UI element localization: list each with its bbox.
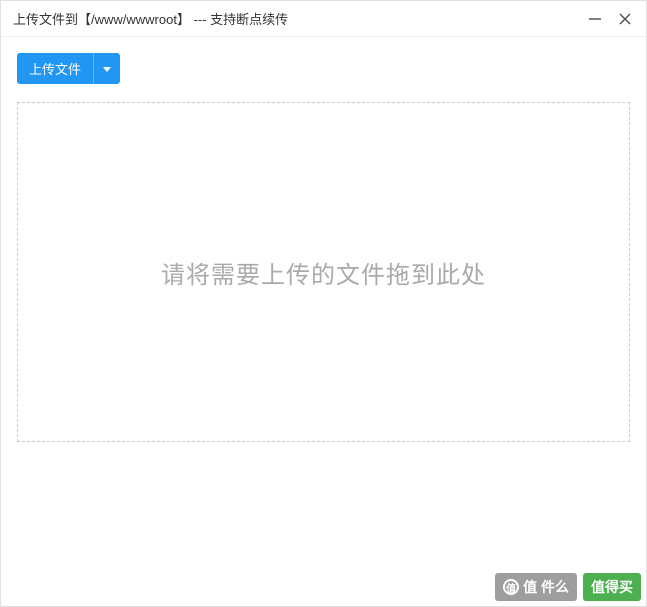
upload-file-button[interactable]: 上传文件 — [17, 53, 93, 84]
file-dropzone[interactable]: 请将需要上传的文件拖到此处 — [17, 102, 630, 442]
close-icon — [618, 12, 632, 26]
chevron-down-icon — [102, 64, 112, 74]
watermark-badge-1: 值 值 件么 — [495, 573, 577, 601]
upload-button-group: 上传文件 — [17, 53, 630, 84]
window-title: 上传文件到【/www/wwwroot】 --- 支持断点续传 — [13, 9, 288, 28]
window-controls — [586, 10, 634, 28]
upload-dialog: 上传文件到【/www/wwwroot】 --- 支持断点续传 上传文件 请将需要… — [0, 0, 647, 607]
dialog-body: 上传文件 请将需要上传的文件拖到此处 — [1, 37, 646, 606]
minimize-icon — [588, 12, 602, 26]
minimize-button[interactable] — [586, 10, 604, 28]
watermark-badge-2: 值得买 — [583, 573, 641, 601]
watermark-text-1: 值 件么 — [523, 577, 569, 597]
watermark-footer: 值 值 件么 值得买 — [495, 573, 641, 601]
watermark-text-2: 值得买 — [591, 577, 633, 597]
dropzone-hint: 请将需要上传的文件拖到此处 — [161, 255, 486, 290]
titlebar: 上传文件到【/www/wwwroot】 --- 支持断点续传 — [1, 1, 646, 37]
upload-dropdown-button[interactable] — [93, 53, 120, 84]
close-button[interactable] — [616, 10, 634, 28]
watermark-circle-icon: 值 — [503, 579, 519, 595]
